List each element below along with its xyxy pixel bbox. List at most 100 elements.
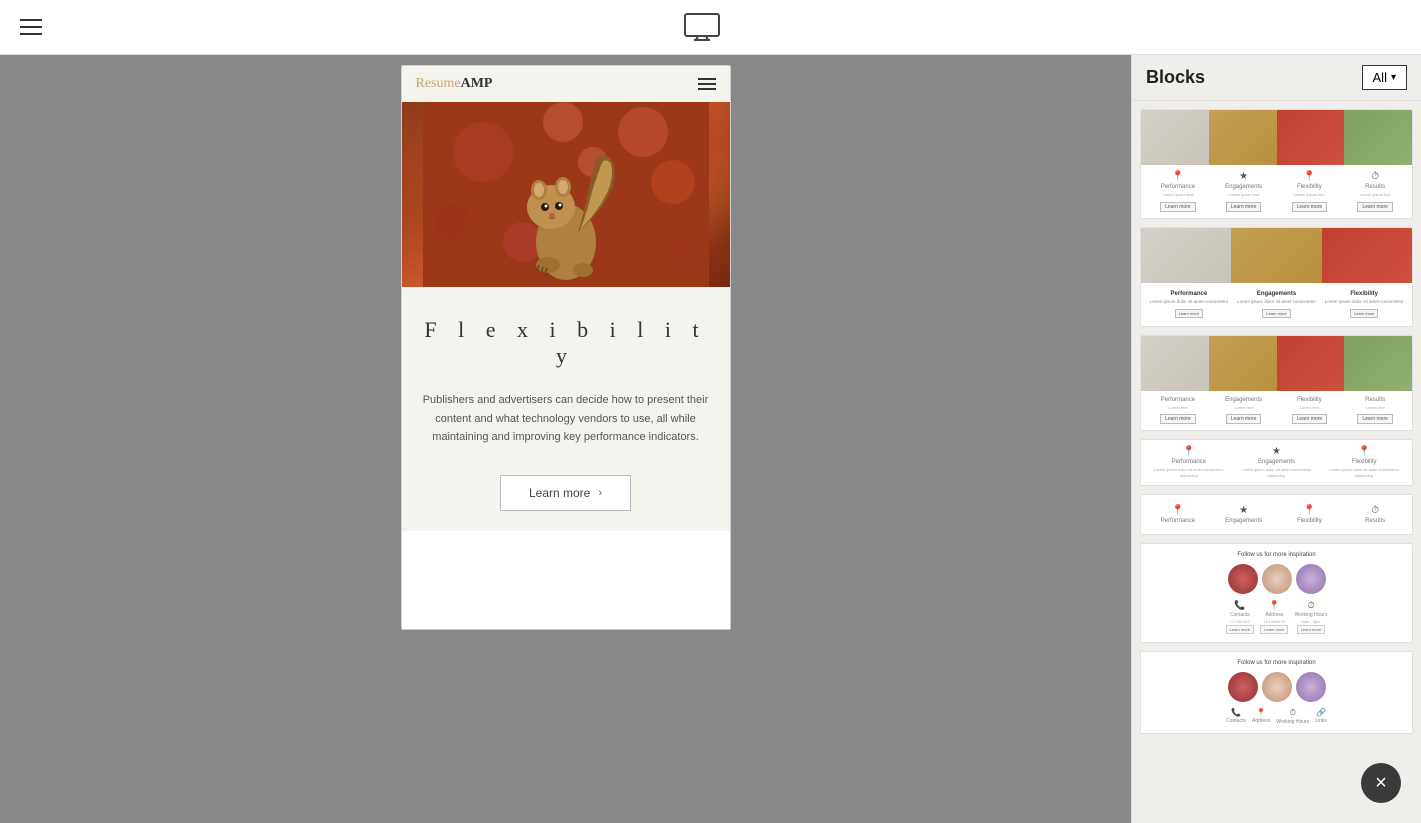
- block3-body-4: Lorem text: [1366, 405, 1385, 411]
- preview-area: ResumeAMP: [0, 55, 1131, 823]
- block-card-5[interactable]: 📍 Performance ★ Engagements 📍 Flexibilit…: [1140, 494, 1413, 535]
- block3-col-2: Engagements Lorem text Learn more: [1211, 397, 1277, 425]
- block4-col-1: 📍 Performance Lorem ipsum dolor sit amet…: [1145, 446, 1233, 478]
- block7-title: Follow us for more inspiration: [1237, 660, 1315, 666]
- block6-title: Follow us for more inspiration: [1237, 552, 1315, 558]
- block6-images: [1228, 564, 1326, 594]
- block5-col-4: ⏱ Results: [1342, 505, 1408, 524]
- learn-more-label: Learn more: [529, 486, 590, 500]
- block2-btn-3[interactable]: Learn more: [1350, 309, 1378, 318]
- block-star-icon-1: ★: [1239, 171, 1248, 182]
- sidebar-title: Blocks: [1146, 67, 1205, 88]
- block3-lbl-3: Flexibility: [1297, 397, 1322, 403]
- phone-hamburger-icon[interactable]: [698, 78, 716, 90]
- block-img-2: [1209, 110, 1277, 165]
- sidebar: Blocks All ▾ 📍 Performance: [1131, 55, 1421, 823]
- block3-btn-2[interactable]: Learn more: [1226, 414, 1262, 424]
- block2-body-3: Lorem ipsum dolor sit amet consectetur: [1325, 299, 1404, 305]
- block7-clock-icon: ⏱: [1290, 708, 1296, 718]
- sidebar-header: Blocks All ▾: [1132, 55, 1421, 101]
- block7-link-icon: 🔗: [1316, 708, 1326, 717]
- block-clock-icon-1: ⏱: [1371, 171, 1379, 182]
- block2-images-row: [1141, 228, 1412, 283]
- block6-img-1: [1228, 564, 1258, 594]
- learn-more-arrow: ›: [598, 487, 602, 499]
- block2-text-row: Performance Lorem ipsum dolor sit amet c…: [1141, 283, 1412, 326]
- block5-pin-icon: 📍: [1172, 505, 1184, 516]
- block2-btn-2[interactable]: Learn more: [1262, 309, 1290, 318]
- block3-btn-1[interactable]: Learn more: [1160, 414, 1196, 424]
- logo-resume-text: Resume: [416, 76, 461, 91]
- hamburger-icon[interactable]: [20, 19, 42, 35]
- block3-icons-row: Performance Lorem text Learn more Engage…: [1141, 391, 1412, 431]
- block-card-7[interactable]: Follow us for more inspiration 📞 Contact…: [1140, 651, 1413, 734]
- dropdown-arrow-icon: ▾: [1391, 72, 1396, 83]
- block2-title-3: Flexibility: [1350, 291, 1378, 297]
- block-card-1[interactable]: 📍 Performance Lorem ipsum text Learn mor…: [1140, 109, 1413, 219]
- block7-lbl-4: Links: [1315, 718, 1327, 724]
- block6-lbl-3: Working Hours: [1294, 612, 1327, 618]
- block-btn-2[interactable]: Learn more: [1226, 202, 1262, 212]
- block-icon-col-3: 📍 Flexibility Lorem ipsum text Learn mor…: [1277, 171, 1343, 212]
- block-card-3[interactable]: Performance Lorem text Learn more Engage…: [1140, 335, 1413, 432]
- block-label-1: Performance: [1161, 184, 1195, 190]
- block3-img-4: [1344, 336, 1412, 391]
- block7-icon-row: 📞 Contacts 📍 Address ⏱ Working Hours: [1226, 708, 1327, 725]
- block6-social: Follow us for more inspiration 📞 Contact…: [1141, 544, 1412, 642]
- all-dropdown-button[interactable]: All ▾: [1362, 65, 1407, 90]
- block-btn-4[interactable]: Learn more: [1357, 202, 1393, 212]
- block-images-row: [1141, 110, 1412, 165]
- block3-btn-4[interactable]: Learn more: [1357, 414, 1393, 424]
- block3-btn-3[interactable]: Learn more: [1292, 414, 1328, 424]
- block4-lbl-2: Engagements: [1258, 459, 1295, 465]
- block6-img-3: [1296, 564, 1326, 594]
- block3-img-2: [1209, 336, 1277, 391]
- logo-amp-text: AMP: [461, 76, 493, 91]
- phone-preview: ResumeAMP: [401, 65, 731, 630]
- block-card-2[interactable]: Performance Lorem ipsum dolor sit amet c…: [1140, 227, 1413, 327]
- block7-images: [1228, 672, 1326, 702]
- block6-btn-3[interactable]: Learn more: [1297, 625, 1325, 634]
- block3-lbl-4: Results: [1365, 397, 1385, 403]
- block-card-4[interactable]: 📍 Performance Lorem ipsum dolor sit amet…: [1140, 439, 1413, 485]
- block-btn-1[interactable]: Learn more: [1160, 202, 1196, 212]
- block6-icon-row: 📞 Contacts +1 234 567 Learn more 📍 Addre…: [1226, 600, 1328, 634]
- block7-lbl-3: Working Hours: [1276, 719, 1309, 725]
- block-icon-col-2: ★ Engagements Lorem ipsum text Learn mor…: [1211, 171, 1277, 212]
- block2-btn-1[interactable]: Learn more: [1175, 309, 1203, 318]
- block2-body-2: Lorem ipsum dolor sit amet consectetur: [1237, 299, 1316, 305]
- block7-pin-icon: 📍: [1256, 708, 1266, 717]
- block5-pin-icon-2: 📍: [1303, 505, 1315, 516]
- block3-img-3: [1277, 336, 1345, 391]
- block-icons-row: 📍 Performance Lorem ipsum text Learn mor…: [1141, 165, 1412, 218]
- block-card-6[interactable]: Follow us for more inspiration 📞 Contact…: [1140, 543, 1413, 643]
- block6-sub-3: 9am - 5pm: [1301, 619, 1320, 624]
- block6-btn-1[interactable]: Learn more: [1226, 625, 1254, 634]
- block6-img-2: [1262, 564, 1292, 594]
- monitor-icon: [684, 13, 720, 41]
- phone-scroll-container[interactable]: ResumeAMP: [402, 66, 730, 629]
- block7-icon-col-4: 🔗 Links: [1315, 708, 1327, 725]
- phone-description: Publishers and advertisers can decide ho…: [422, 391, 710, 447]
- block6-lbl-1: Contacts: [1230, 612, 1250, 618]
- block6-pin-icon: 📍: [1269, 600, 1280, 611]
- phone-learn-more-button[interactable]: Learn more ›: [500, 475, 631, 511]
- sidebar-content[interactable]: 📍 Performance Lorem ipsum text Learn mor…: [1132, 101, 1421, 823]
- block4-pin-icon: 📍: [1183, 446, 1195, 457]
- block5-icons-row: 📍 Performance ★ Engagements 📍 Flexibilit…: [1141, 495, 1412, 534]
- block4-lbl-3: Flexibility: [1352, 459, 1377, 465]
- block-btn-3[interactable]: Learn more: [1292, 202, 1328, 212]
- block2-text-col-1: Performance Lorem ipsum dolor sit amet c…: [1145, 291, 1233, 318]
- block4-star-icon: ★: [1272, 446, 1281, 457]
- block6-icon-col-2: 📍 Address 123 Main St Learn more: [1260, 600, 1288, 634]
- block2-title-1: Performance: [1170, 291, 1207, 297]
- block3-images-row: [1141, 336, 1412, 391]
- block4-body-3: Lorem ipsum dolor sit amet consectetur a…: [1320, 467, 1408, 478]
- phone-nav: ResumeAMP: [402, 66, 730, 102]
- block2-text-col-2: Engagements Lorem ipsum dolor sit amet c…: [1233, 291, 1321, 318]
- block3-col-4: Results Lorem text Learn more: [1342, 397, 1408, 425]
- block4-col-3: 📍 Flexibility Lorem ipsum dolor sit amet…: [1320, 446, 1408, 478]
- block6-btn-2[interactable]: Learn more: [1260, 625, 1288, 634]
- block2-title-2: Engagements: [1257, 291, 1296, 297]
- close-button[interactable]: ×: [1361, 763, 1401, 803]
